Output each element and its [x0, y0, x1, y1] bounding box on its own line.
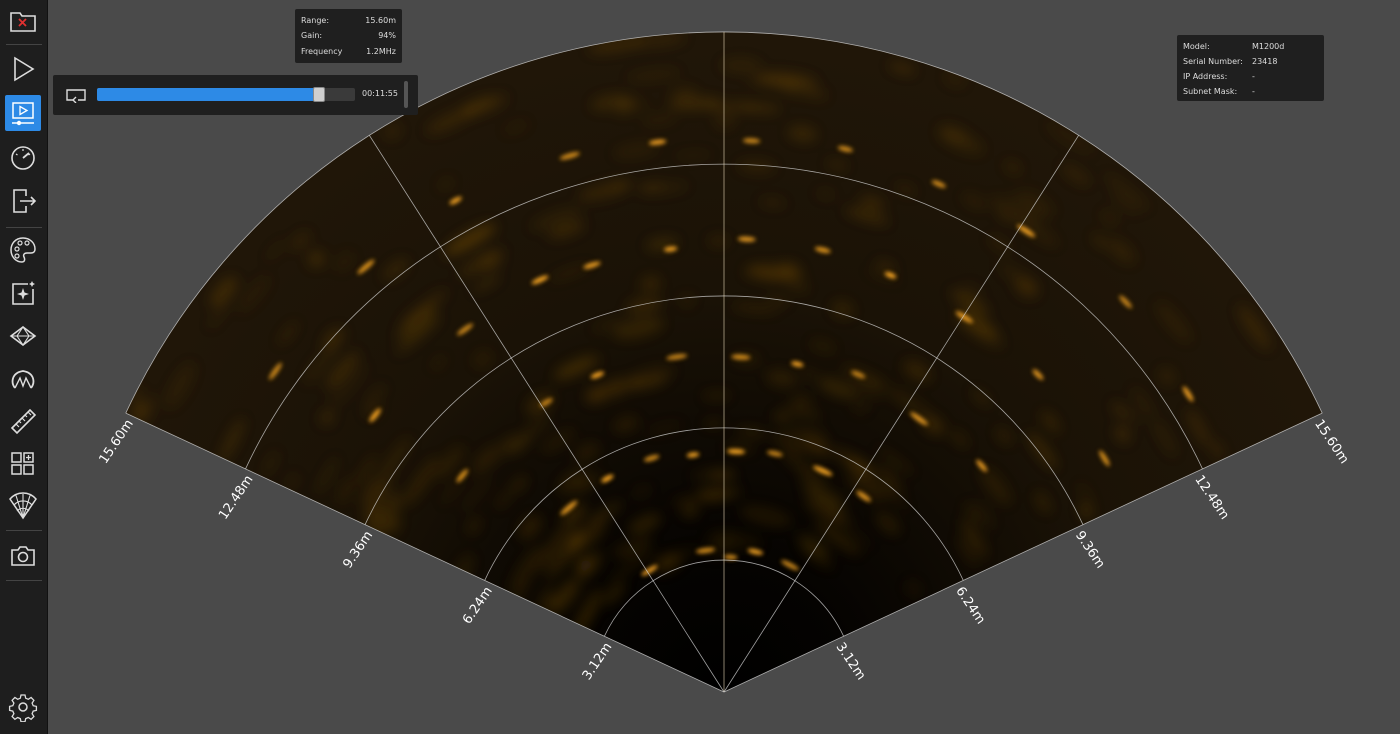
- sonar-fan-button[interactable]: [5, 488, 41, 524]
- range-label: Range:: [301, 15, 330, 25]
- gem-button[interactable]: [5, 318, 41, 354]
- playback-bar: 00:11:55: [53, 75, 418, 115]
- range-label-left-2: 6.24m: [460, 584, 496, 627]
- range-label-left-4: 12.48m: [216, 473, 256, 523]
- playback-button[interactable]: [5, 95, 41, 131]
- settings-icon: [8, 694, 38, 722]
- subnet-mask-label: Subnet Mask:: [1183, 86, 1238, 96]
- palette-button[interactable]: [5, 232, 41, 268]
- sonar-fan-icon: [9, 492, 37, 520]
- range-label-right-1: 3.12m: [833, 640, 869, 683]
- loop-icon[interactable]: [65, 87, 87, 103]
- gain-value: 94%: [378, 30, 396, 40]
- palette-icon: [10, 237, 36, 263]
- ip-address-value: -: [1252, 71, 1255, 81]
- sonar-stats-panel: Range: 15.60m Gain: 94% Frequency 1.2MHz: [295, 9, 402, 63]
- ruler-icon: [10, 408, 37, 435]
- model-value: M1200d: [1252, 41, 1285, 51]
- layout-add-icon: [11, 452, 34, 475]
- playback-panel-handle[interactable]: [404, 81, 408, 108]
- playback-icon: [12, 102, 34, 126]
- close-file-button[interactable]: [5, 3, 41, 39]
- playback-progress: [97, 88, 319, 101]
- range-label-right-5: 15.60m: [1311, 417, 1351, 467]
- serial-number-value: 23418: [1252, 56, 1278, 66]
- range-label-left-3: 9.36m: [340, 528, 376, 571]
- enhance-icon: [12, 281, 35, 305]
- range-label-right-4: 12.48m: [1191, 473, 1231, 523]
- ruler-button[interactable]: [5, 403, 41, 439]
- horseshoe-icon: [11, 370, 35, 389]
- sidebar: [0, 0, 48, 734]
- frequency-value: 1.2MHz: [366, 46, 396, 56]
- enhance-button[interactable]: [5, 276, 41, 312]
- play-icon: [14, 56, 35, 82]
- layout-add-button[interactable]: [5, 446, 41, 482]
- playback-time: 00:11:55: [362, 89, 398, 98]
- sonar-haze-patch: [713, 111, 736, 129]
- gem-icon: [9, 326, 37, 346]
- horseshoe-button[interactable]: [5, 361, 41, 397]
- serial-number-label: Serial Number:: [1183, 56, 1243, 66]
- device-info-panel: Model: M1200d Serial Number: 23418 IP Ad…: [1177, 35, 1324, 101]
- play-button[interactable]: [5, 51, 41, 87]
- close-file-icon: [10, 12, 36, 32]
- gauge-icon: [11, 146, 35, 170]
- gauge-button[interactable]: [5, 139, 41, 175]
- model-label: Model:: [1183, 41, 1210, 51]
- export-button[interactable]: [5, 183, 41, 219]
- range-label-left-1: 3.12m: [580, 640, 616, 683]
- range-value: 15.60m: [365, 15, 396, 25]
- range-label-right-3: 9.36m: [1072, 528, 1108, 571]
- ip-address-label: IP Address:: [1183, 71, 1228, 81]
- range-label-right-2: 6.24m: [952, 584, 988, 627]
- frequency-label: Frequency: [301, 46, 343, 56]
- range-label-left-5: 15.60m: [96, 417, 136, 467]
- screenshot-button[interactable]: [5, 538, 41, 574]
- subnet-mask-value: -: [1252, 86, 1255, 96]
- export-icon: [13, 189, 37, 213]
- gain-label: Gain:: [301, 30, 323, 40]
- settings-button[interactable]: [5, 689, 41, 725]
- playback-slider-handle[interactable]: [312, 87, 325, 102]
- camera-icon: [11, 546, 35, 566]
